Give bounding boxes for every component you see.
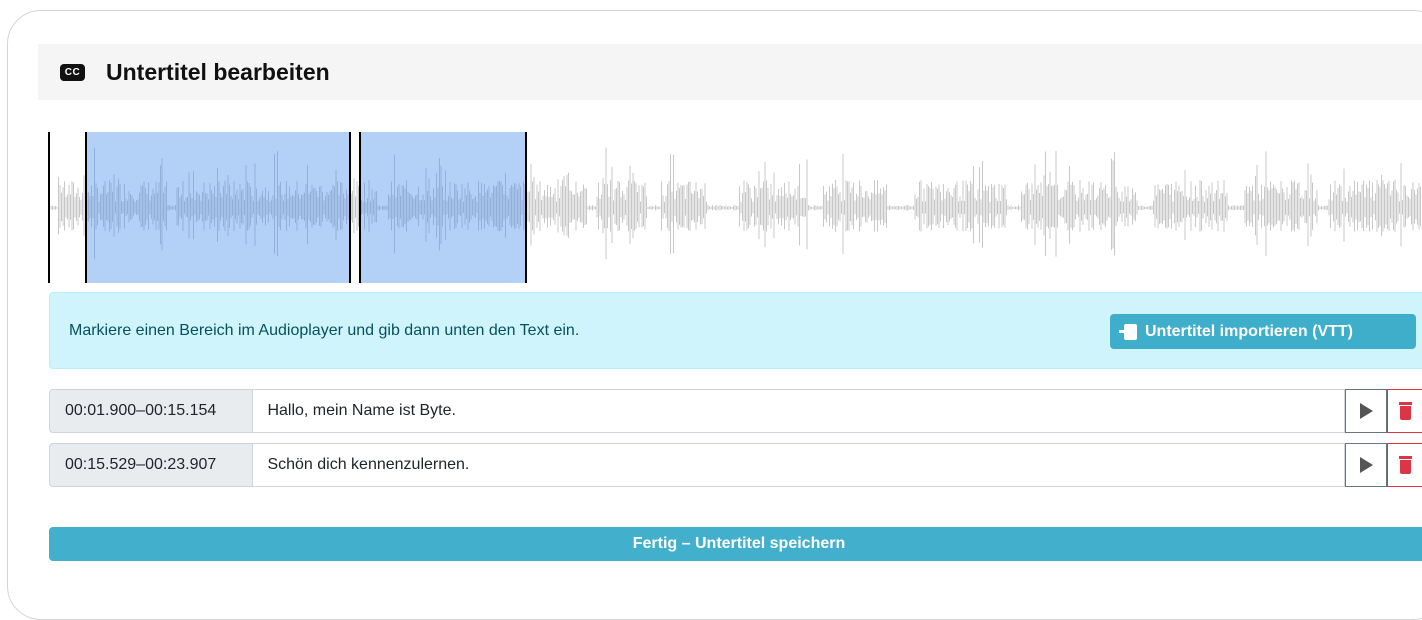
modal-header: CC Untertitel bearbeiten × [38, 44, 1422, 100]
import-vtt-button[interactable]: Untertitel importieren (VTT) [1110, 314, 1416, 349]
play-icon [1359, 403, 1373, 419]
delete-button[interactable] [1387, 389, 1422, 433]
save-subtitles-button[interactable]: Fertig – Untertitel speichern [49, 527, 1422, 561]
info-alert: Markiere einen Bereich im Audioplayer un… [49, 292, 1422, 369]
info-text: Markiere einen Bereich im Audioplayer un… [69, 322, 580, 339]
subtitle-text-input[interactable]: Hallo, mein Name ist Byte. [253, 389, 1346, 433]
subtitle-time: 00:01.900–00:15.154 [49, 389, 254, 433]
audio-waveform[interactable] [48, 132, 1422, 283]
import-button-label: Untertitel importieren (VTT) [1145, 322, 1354, 340]
cc-icon: CC [60, 63, 85, 81]
subtitle-row: 00:15.529–00:23.907 Schön dich kennenzul… [49, 443, 1422, 487]
waveform-canvas[interactable] [48, 132, 1422, 283]
subtitle-row: 00:01.900–00:15.154 Hallo, mein Name ist… [49, 389, 1422, 433]
file-import-icon [1119, 323, 1137, 340]
modal-title: Untertitel bearbeiten [106, 58, 330, 85]
delete-button[interactable] [1387, 443, 1422, 487]
play-button[interactable] [1345, 443, 1388, 487]
cc-icon-label: CC [64, 66, 81, 78]
play-button[interactable] [1345, 389, 1388, 433]
subtitle-time: 00:15.529–00:23.907 [49, 443, 254, 487]
trash-icon [1399, 456, 1413, 474]
play-icon [1359, 457, 1373, 473]
subtitle-text-input[interactable]: Schön dich kennenzulernen. [253, 443, 1346, 487]
trash-icon [1399, 402, 1413, 420]
